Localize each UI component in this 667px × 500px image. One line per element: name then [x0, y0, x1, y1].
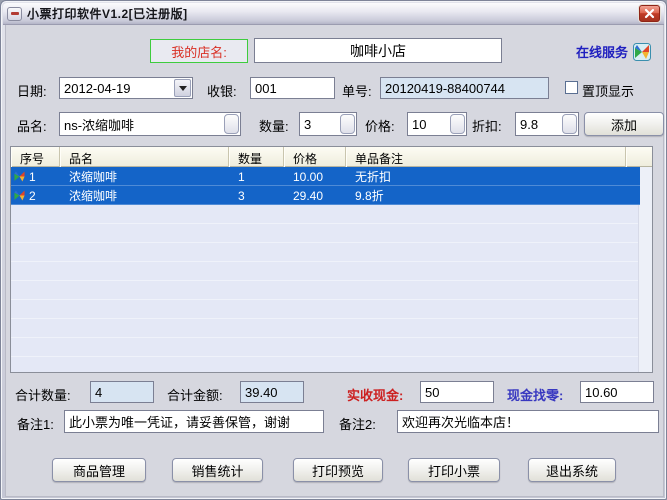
change-label: 现金找零:	[507, 388, 564, 403]
qty-spinner[interactable]	[340, 114, 355, 134]
discount-label: 折扣:	[472, 119, 502, 134]
total-qty-label: 合计数量:	[15, 388, 71, 403]
total-qty-field	[90, 381, 154, 403]
note1-label: 备注1:	[17, 417, 54, 432]
discount-stepper[interactable]	[515, 112, 579, 136]
row-name: 浓缩咖啡	[69, 189, 118, 203]
price-stepper[interactable]	[407, 112, 467, 136]
table-header: 序号 品名 数量 价格 单品备注	[11, 147, 652, 167]
close-icon[interactable]	[639, 5, 660, 22]
cash-received-input[interactable]	[420, 381, 494, 403]
print-receipt-button[interactable]: 打印小票	[408, 458, 500, 482]
cashier-input[interactable]	[250, 77, 335, 99]
product-combo[interactable]	[59, 112, 241, 136]
note1-input[interactable]	[64, 410, 324, 433]
topmost-label: 置顶显示	[582, 84, 635, 99]
topmost-checkbox[interactable]	[565, 81, 578, 94]
order-no-field	[380, 77, 549, 99]
product-manage-button[interactable]: 商品管理	[52, 458, 146, 482]
main-panel: 我的店名: 在线服务 日期: 收银: 单号: 置顶显示 品名:	[5, 25, 664, 497]
row-note: 无折扣	[355, 170, 392, 184]
add-button[interactable]: 添加	[584, 112, 664, 136]
col-header-note[interactable]: 单品备注	[346, 147, 626, 167]
date-label: 日期:	[17, 84, 47, 99]
total-amount-label: 合计金额:	[167, 388, 223, 403]
table-scrollbar-track	[638, 167, 652, 372]
qty-label: 数量:	[259, 119, 289, 134]
col-header-filler	[626, 147, 652, 167]
online-service-link[interactable]: 在线服务	[576, 42, 651, 61]
col-header-no[interactable]: 序号	[11, 147, 60, 167]
col-header-name[interactable]: 品名	[60, 147, 229, 167]
note2-input[interactable]	[397, 410, 659, 433]
shop-name-input[interactable]	[254, 38, 502, 63]
row-qty: 1	[238, 169, 245, 184]
title-bar[interactable]: 小票打印软件V1.2[已注册版]	[3, 3, 664, 25]
price-label: 价格:	[365, 119, 395, 134]
sales-stats-button[interactable]: 销售统计	[172, 458, 263, 482]
table-row[interactable]: 2 浓缩咖啡 3 29.40 9.8折	[11, 186, 640, 205]
row-no: 1	[29, 169, 36, 184]
product-label: 品名:	[17, 119, 47, 134]
row-qty: 3	[238, 188, 245, 203]
shop-name-label: 我的店名:	[150, 39, 248, 63]
date-dropdown[interactable]	[59, 77, 193, 99]
product-input[interactable]	[59, 112, 241, 136]
cash-received-label: 实收现金:	[347, 388, 404, 403]
date-input[interactable]	[59, 77, 193, 99]
online-service-label: 在线服务	[575, 45, 628, 60]
row-price: 10.00	[293, 169, 324, 184]
row-no: 2	[29, 188, 36, 203]
window-title: 小票打印软件V1.2[已注册版]	[27, 7, 188, 21]
item-icon	[14, 171, 25, 182]
chevron-down-icon[interactable]	[174, 79, 191, 97]
app-window: 小票打印软件V1.2[已注册版] 我的店名: 在线服务 日期: 收银: 单号:	[0, 0, 667, 500]
app-icon	[7, 6, 22, 21]
online-service-icon	[633, 42, 651, 61]
print-preview-button[interactable]: 打印预览	[293, 458, 383, 482]
cashier-label: 收银:	[207, 84, 237, 99]
row-price: 29.40	[293, 188, 324, 203]
col-header-qty[interactable]: 数量	[229, 147, 284, 167]
col-header-price[interactable]: 价格	[284, 147, 346, 167]
exit-button[interactable]: 退出系统	[528, 458, 616, 482]
price-spinner[interactable]	[450, 114, 465, 134]
total-amount-field	[240, 381, 304, 403]
item-icon	[14, 190, 25, 201]
items-table: 序号 品名 数量 价格 单品备注 1 浓缩咖啡 1 10.00 无折扣 2 浓缩…	[10, 146, 653, 373]
table-row[interactable]: 1 浓缩咖啡 1 10.00 无折扣	[11, 167, 640, 186]
product-spinner[interactable]	[224, 114, 239, 134]
change-input[interactable]	[580, 381, 654, 403]
qty-stepper[interactable]	[299, 112, 357, 136]
row-note: 9.8折	[355, 189, 384, 203]
discount-spinner[interactable]	[562, 114, 577, 134]
row-name: 浓缩咖啡	[69, 170, 118, 184]
table-empty-area	[11, 205, 638, 372]
note2-label: 备注2:	[339, 417, 376, 432]
order-no-label: 单号:	[342, 84, 372, 99]
